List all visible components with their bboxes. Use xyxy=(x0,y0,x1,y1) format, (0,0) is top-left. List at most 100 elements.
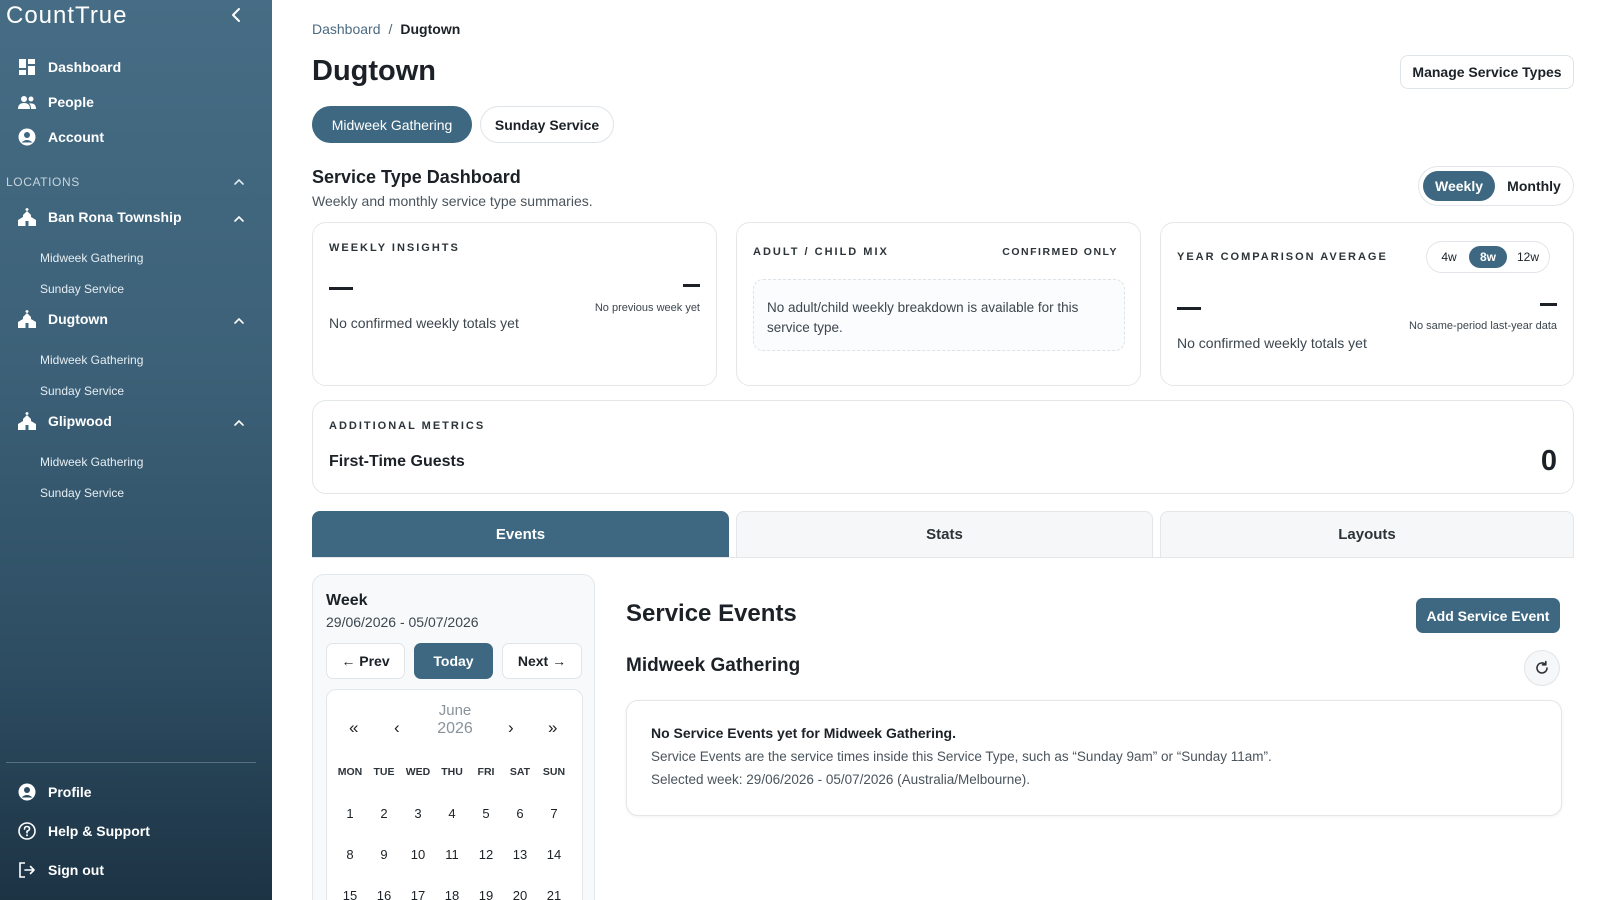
next-week-button[interactable]: Next → xyxy=(502,643,582,679)
calendar-day[interactable]: 17 xyxy=(401,888,435,900)
service-events-empty-state: No Service Events yet for Midweek Gather… xyxy=(626,700,1562,816)
sidebar-subitem[interactable]: Sunday Service xyxy=(40,384,124,398)
main-content: Dashboard / Dugtown Dugtown Manage Servi… xyxy=(272,0,1600,900)
calendar-day[interactable]: 15 xyxy=(333,888,367,900)
sidebar-subitem[interactable]: Midweek Gathering xyxy=(40,353,143,367)
confirmed-only-badge: CONFIRMED ONLY xyxy=(1002,246,1118,258)
empty-state-title: No Service Events yet for Midweek Gather… xyxy=(651,725,956,741)
location-name: Ban Rona Township xyxy=(48,209,182,225)
prev-year-icon[interactable]: « xyxy=(349,718,358,738)
tab-stats[interactable]: Stats xyxy=(736,511,1153,558)
calendar-day[interactable]: 10 xyxy=(401,847,435,862)
manage-service-types-button[interactable]: Manage Service Types xyxy=(1400,55,1574,89)
nav-help-label: Help & Support xyxy=(48,823,150,839)
calendar-day[interactable]: 12 xyxy=(469,847,503,862)
breadcrumb: Dashboard / Dugtown xyxy=(312,21,460,37)
location-name: Dugtown xyxy=(48,311,108,327)
card-label: ADULT / CHILD MIX xyxy=(753,246,889,258)
service-tab-sunday-service[interactable]: Sunday Service xyxy=(480,106,614,143)
card-label: YEAR COMPARISON AVERAGE xyxy=(1177,251,1388,263)
nav-people-label: People xyxy=(48,94,94,110)
calendar-day[interactable]: 2 xyxy=(367,806,401,821)
calendar-day[interactable]: 7 xyxy=(537,806,571,821)
sidebar-subitem[interactable]: Midweek Gathering xyxy=(40,251,143,265)
brand-logo[interactable]: CountTrue xyxy=(6,2,128,30)
calendar-month: June xyxy=(438,702,472,719)
sidebar-subitem[interactable]: Midweek Gathering xyxy=(40,455,143,469)
week-range: 29/06/2026 - 05/07/2026 xyxy=(326,614,479,630)
location-glipwood[interactable]: Glipwood xyxy=(18,410,112,432)
next-month-icon[interactable]: › xyxy=(508,718,514,738)
location-ban-rona-township[interactable]: Ban Rona Township xyxy=(18,206,182,228)
calendar-day[interactable]: 8 xyxy=(333,847,367,862)
service-tab-midweek-gathering[interactable]: Midweek Gathering xyxy=(312,106,472,143)
breadcrumb-root[interactable]: Dashboard xyxy=(312,21,381,37)
church-icon xyxy=(18,208,36,226)
nav-sign-out[interactable]: Sign out xyxy=(18,859,104,881)
calendar-weekday: WED xyxy=(405,766,431,778)
nav-people[interactable]: People xyxy=(18,91,94,113)
service-events-subtitle: Midweek Gathering xyxy=(626,655,801,676)
calendar-day[interactable]: 9 xyxy=(367,847,401,862)
calendar-day[interactable]: 16 xyxy=(367,888,401,900)
calendar-day[interactable]: 13 xyxy=(503,847,537,862)
metric-name: First-Time Guests xyxy=(329,453,465,470)
calendar-day[interactable]: 11 xyxy=(435,847,469,862)
range-4w-button[interactable]: 4w xyxy=(1431,246,1467,268)
calendar-day[interactable]: 6 xyxy=(503,806,537,821)
nav-profile[interactable]: Profile xyxy=(18,781,92,803)
nav-help[interactable]: Help & Support xyxy=(18,820,150,842)
calendar-day[interactable]: 3 xyxy=(401,806,435,821)
prev-month-icon[interactable]: ‹ xyxy=(394,718,400,738)
locations-section-label: LOCATIONS xyxy=(6,175,80,189)
tab-layouts[interactable]: Layouts xyxy=(1160,511,1574,558)
sidebar-subitem[interactable]: Sunday Service xyxy=(40,486,124,500)
range-12w-button[interactable]: 12w xyxy=(1509,246,1547,268)
next-year-icon[interactable]: » xyxy=(548,718,557,738)
add-service-event-button[interactable]: Add Service Event xyxy=(1416,598,1560,633)
location-collapse-icon[interactable] xyxy=(232,212,246,226)
church-icon xyxy=(18,412,36,430)
locations-collapse-icon[interactable] xyxy=(232,175,246,189)
location-collapse-icon[interactable] xyxy=(232,314,246,328)
calendar-weekday: SAT xyxy=(509,766,531,778)
card-label: ADDITIONAL METRICS xyxy=(329,420,486,432)
weekly-insights-card: WEEKLY INSIGHTS No previous week yet No … xyxy=(312,222,717,386)
calendar-day[interactable]: 4 xyxy=(435,806,469,821)
tab-events[interactable]: Events xyxy=(312,511,729,558)
calendar-day[interactable]: 14 xyxy=(537,847,571,862)
calendar-day[interactable]: 18 xyxy=(435,888,469,900)
collapse-sidebar-icon[interactable] xyxy=(226,4,246,26)
year-comparison-card: YEAR COMPARISON AVERAGE 4w 8w 12w No con… xyxy=(1160,222,1574,386)
location-collapse-icon[interactable] xyxy=(232,416,246,430)
help-icon xyxy=(18,822,36,840)
period-weekly-button[interactable]: Weekly xyxy=(1423,171,1495,201)
range-toggle: 4w 8w 12w xyxy=(1426,241,1550,273)
service-events-title: Service Events xyxy=(626,600,797,627)
calendar-weekday: TUE xyxy=(373,766,395,778)
refresh-button[interactable] xyxy=(1524,650,1560,686)
sign-out-icon xyxy=(19,862,35,878)
empty-value-dash xyxy=(683,284,700,287)
nav-account[interactable]: Account xyxy=(18,126,104,148)
calendar-day[interactable]: 20 xyxy=(503,888,537,900)
period-toggle: Weekly Monthly xyxy=(1418,166,1574,206)
today-button[interactable]: Today xyxy=(414,643,493,679)
breadcrumb-separator: / xyxy=(388,21,393,37)
prev-week-button[interactable]: ← Prev xyxy=(326,643,405,679)
calendar-day[interactable]: 19 xyxy=(469,888,503,900)
empty-state-description: Service Events are the service times ins… xyxy=(651,749,1272,764)
range-8w-button[interactable]: 8w xyxy=(1469,246,1507,268)
location-dugtown[interactable]: Dugtown xyxy=(18,308,108,330)
calendar-day[interactable]: 5 xyxy=(469,806,503,821)
metric-value: 0 xyxy=(1540,445,1557,477)
empty-value-dash xyxy=(329,287,353,290)
calendar-day[interactable]: 21 xyxy=(537,888,571,900)
church-icon xyxy=(18,310,36,328)
dashboard-title: Service Type Dashboard xyxy=(312,167,521,187)
calendar-day[interactable]: 1 xyxy=(333,806,367,821)
sidebar-subitem[interactable]: Sunday Service xyxy=(40,282,124,296)
people-icon xyxy=(18,96,36,109)
period-monthly-button[interactable]: Monthly xyxy=(1497,171,1571,201)
nav-dashboard[interactable]: Dashboard xyxy=(18,56,121,78)
